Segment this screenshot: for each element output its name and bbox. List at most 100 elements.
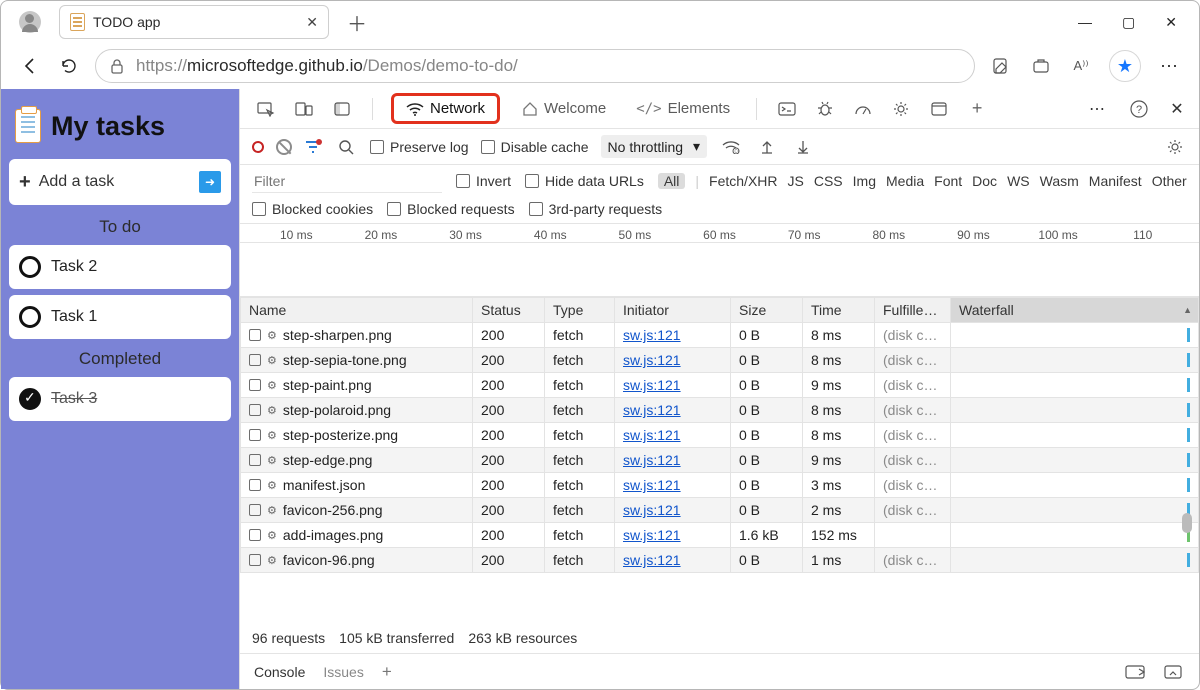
maximize-icon[interactable]: ▢ (1122, 14, 1135, 31)
type-filter-css[interactable]: CSS (814, 173, 843, 189)
menu-button[interactable]: ⋯ (1157, 54, 1181, 78)
minimize-icon[interactable]: — (1078, 14, 1092, 31)
table-row[interactable]: ⚙step-posterize.png200fetchsw.js:1210 B8… (241, 423, 1199, 448)
row-checkbox[interactable] (249, 379, 261, 391)
row-checkbox[interactable] (249, 404, 261, 416)
type-filter-all[interactable]: All (658, 173, 686, 189)
timeline-overview[interactable] (240, 243, 1199, 297)
search-icon[interactable] (334, 135, 358, 159)
column-time[interactable]: Time (803, 298, 875, 323)
row-checkbox[interactable] (249, 429, 261, 441)
row-checkbox[interactable] (249, 479, 261, 491)
expand-drawer-icon[interactable] (1161, 660, 1185, 684)
column-status[interactable]: Status (473, 298, 545, 323)
table-row[interactable]: ⚙manifest.json200fetchsw.js:1210 B3 ms(d… (241, 473, 1199, 498)
table-row[interactable]: ⚙favicon-256.png200fetchsw.js:1210 B2 ms… (241, 498, 1199, 523)
close-devtools-icon[interactable]: ✕ (1165, 97, 1189, 121)
drawer-issues-icon[interactable] (1123, 660, 1147, 684)
table-row[interactable]: ⚙step-edge.png200fetchsw.js:1210 B9 ms(d… (241, 448, 1199, 473)
initiator-link[interactable]: sw.js:121 (623, 477, 681, 493)
invert-checkbox[interactable]: Invert (456, 173, 511, 189)
column-size[interactable]: Size (731, 298, 803, 323)
device-emulation-icon[interactable] (292, 97, 316, 121)
blocked-cookies-checkbox[interactable]: Blocked cookies (252, 201, 373, 217)
initiator-link[interactable]: sw.js:121 (623, 452, 681, 468)
task-item[interactable]: Task 2 (9, 245, 231, 289)
settings-gear-icon[interactable] (889, 97, 913, 121)
submit-task-button[interactable]: ➜ (199, 171, 221, 193)
initiator-link[interactable]: sw.js:121 (623, 402, 681, 418)
window-icon[interactable] (927, 97, 951, 121)
row-checkbox[interactable] (249, 529, 261, 541)
collections-icon[interactable] (1029, 54, 1053, 78)
column-waterfall[interactable]: Waterfall (951, 298, 1199, 323)
column-initiator[interactable]: Initiator (615, 298, 731, 323)
table-row[interactable]: ⚙step-sharpen.png200fetchsw.js:1210 B8 m… (241, 323, 1199, 348)
hide-data-urls-checkbox[interactable]: Hide data URLs (525, 173, 644, 189)
refresh-button[interactable] (57, 54, 81, 78)
disable-cache-checkbox[interactable]: Disable cache (481, 139, 589, 155)
type-filter-doc[interactable]: Doc (972, 173, 997, 189)
download-har-icon[interactable] (791, 135, 815, 159)
more-icon[interactable]: ⋯ (1085, 97, 1109, 121)
profile-avatar[interactable] (19, 11, 41, 33)
new-tab-button[interactable]: ＋ (347, 8, 367, 37)
row-checkbox[interactable] (249, 504, 261, 516)
initiator-link[interactable]: sw.js:121 (623, 527, 681, 543)
initiator-link[interactable]: sw.js:121 (623, 427, 681, 443)
tab-elements[interactable]: </> Elements (628, 94, 738, 123)
initiator-link[interactable]: sw.js:121 (623, 352, 681, 368)
record-button[interactable] (252, 141, 264, 153)
type-filter-ws[interactable]: WS (1007, 173, 1030, 189)
type-filter-fetch/xhr[interactable]: Fetch/XHR (709, 173, 777, 189)
console-icon[interactable] (775, 97, 799, 121)
table-row[interactable]: ⚙favicon-96.png200fetchsw.js:1210 B1 ms(… (241, 548, 1199, 573)
throttling-select[interactable]: No throttling▾ (601, 135, 708, 158)
read-aloud-icon[interactable]: A⁾⁾ (1069, 54, 1093, 78)
clear-button[interactable] (276, 139, 292, 155)
help-icon[interactable]: ? (1127, 97, 1151, 121)
tab-network[interactable]: Network (391, 93, 500, 124)
scrollbar-thumb[interactable] (1182, 513, 1192, 533)
drawer-tab-issues[interactable]: Issues (323, 664, 363, 680)
type-filter-manifest[interactable]: Manifest (1089, 173, 1142, 189)
checkbox-icon[interactable] (19, 306, 41, 328)
initiator-link[interactable]: sw.js:121 (623, 552, 681, 568)
drawer-tab-console[interactable]: Console (254, 664, 305, 680)
address-bar[interactable]: https://microsoftedge.github.io/Demos/de… (95, 49, 975, 83)
close-tab-icon[interactable]: ✕ (306, 14, 318, 31)
add-drawer-tab-icon[interactable]: + (382, 662, 392, 682)
add-task-input[interactable]: + Add a task ➜ (9, 159, 231, 205)
table-row[interactable]: ⚙step-paint.png200fetchsw.js:1210 B9 ms(… (241, 373, 1199, 398)
filter-toggle-icon[interactable] (304, 139, 322, 155)
initiator-link[interactable]: sw.js:121 (623, 327, 681, 343)
checkbox-checked-icon[interactable] (19, 388, 41, 410)
upload-har-icon[interactable] (755, 135, 779, 159)
row-checkbox[interactable] (249, 329, 261, 341)
filter-input[interactable] (252, 169, 442, 193)
network-settings-icon[interactable] (1163, 135, 1187, 159)
favorite-button[interactable]: ★ (1109, 50, 1141, 82)
task-item[interactable]: Task 1 (9, 295, 231, 339)
blocked-requests-checkbox[interactable]: Blocked requests (387, 201, 514, 217)
third-party-checkbox[interactable]: 3rd-party requests (529, 201, 663, 217)
tab-welcome[interactable]: Welcome (514, 94, 614, 123)
table-row[interactable]: ⚙add-images.png200fetchsw.js:1211.6 kB15… (241, 523, 1199, 548)
column-name[interactable]: Name (241, 298, 473, 323)
bug-icon[interactable] (813, 97, 837, 121)
browser-tab[interactable]: TODO app ✕ (59, 5, 329, 39)
row-checkbox[interactable] (249, 354, 261, 366)
network-conditions-icon[interactable] (719, 135, 743, 159)
type-filter-font[interactable]: Font (934, 173, 962, 189)
dock-icon[interactable] (330, 97, 354, 121)
checkbox-icon[interactable] (19, 256, 41, 278)
close-window-icon[interactable]: ✕ (1165, 14, 1177, 31)
timeline-ruler[interactable]: 10 ms20 ms30 ms40 ms50 ms60 ms70 ms80 ms… (240, 224, 1199, 243)
performance-icon[interactable] (851, 97, 875, 121)
row-checkbox[interactable] (249, 554, 261, 566)
row-checkbox[interactable] (249, 454, 261, 466)
preserve-log-checkbox[interactable]: Preserve log (370, 139, 469, 155)
type-filter-other[interactable]: Other (1152, 173, 1187, 189)
add-panel-icon[interactable]: + (965, 97, 989, 121)
type-filter-img[interactable]: Img (853, 173, 876, 189)
